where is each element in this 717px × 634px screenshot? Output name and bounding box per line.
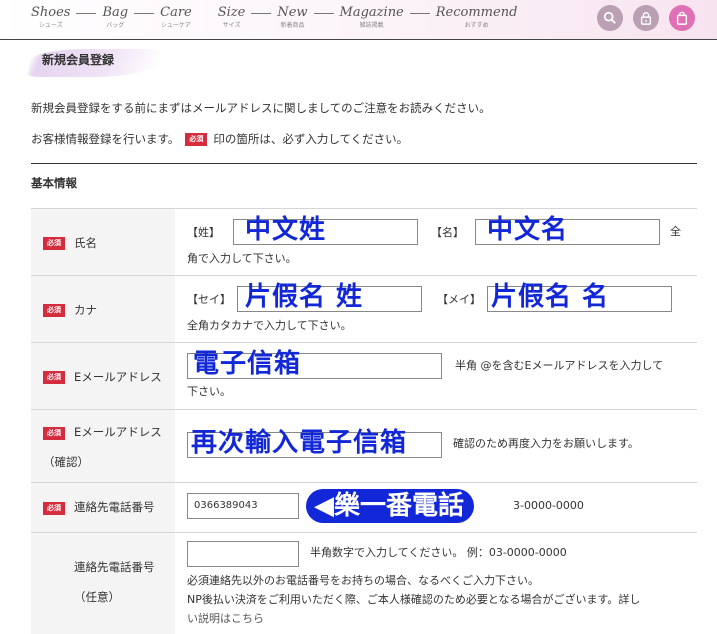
nav-sublabel: 新着商品 <box>280 22 305 29</box>
field-label: 連絡先電話番号 <box>74 500 155 514</box>
row-phone-optional: 連絡先電話番号 （任意） 半角数字で入力してください。 例：03-0000-00… <box>31 532 697 634</box>
search-icon[interactable] <box>597 5 623 31</box>
required-notice: お客様情報登録を行います。 必須 印の箇所は、必ず入力してください。 <box>31 131 408 147</box>
field-label-suffix: （確認） <box>43 455 89 469</box>
field-cell: 電子信箱 半角 @を含むEメールアドレスを入力して 下さい。 <box>175 343 697 409</box>
nav-label: Care <box>160 5 192 20</box>
kana-note: 全角カタカナで入力して下さい。 <box>187 319 352 332</box>
required-badge: 必須 <box>43 371 65 384</box>
required-badge: 必須 <box>43 237 65 250</box>
first-name-input[interactable] <box>475 219 660 245</box>
main-nav: Shoes シューズ Bag バッグ Care シューケア Size サイズ N… <box>31 5 517 30</box>
field-label-cell: 必須 Eメールアドレス （確認） <box>31 410 175 482</box>
email-note-a: 半角 @を含むEメールアドレスを入力して <box>455 359 664 372</box>
field-label: カナ <box>74 303 97 317</box>
field-label-cell: 連絡先電話番号 （任意） <box>31 533 175 634</box>
nav-sublabel: 雑誌掲載 <box>359 22 384 29</box>
nav-label: Recommend <box>435 5 518 20</box>
field-label: Eメールアドレス <box>74 370 162 384</box>
field-cell: 【セイ】 片假名 姓 【メイ】 片假名 名 全角カタカナで入力して下さい。 <box>175 276 697 342</box>
email-input[interactable] <box>187 353 442 379</box>
last-name-input[interactable] <box>233 219 418 245</box>
required-notice-post: 印の箇所は、必ず入力してください。 <box>213 132 409 146</box>
divider <box>31 163 697 164</box>
email-confirm-note: 確認のため再度入力をお願いします。 <box>453 437 639 450</box>
optional-phone-note-1: 半角数字で入力してください。 例：03-0000-0000 <box>310 546 567 559</box>
row-email-confirm: 必須 Eメールアドレス （確認） 再次輸入電子信箱 確認のため再度入力をお願いし… <box>31 409 697 482</box>
required-badge: 必須 <box>185 132 208 146</box>
name-note-b: 角で入力して下さい。 <box>187 252 297 265</box>
nav-label: Magazine <box>339 5 404 20</box>
email-confirm-input[interactable] <box>187 432 442 458</box>
nav-divider <box>251 13 272 14</box>
site-header: Shoes シューズ Bag バッグ Care シューケア Size サイズ N… <box>0 0 717 40</box>
page-title: 新規会員登録 <box>42 53 115 67</box>
optional-phone-help-link[interactable]: い説明はこちら <box>187 609 264 629</box>
nav-label: Bag <box>102 5 129 20</box>
first-kana-bracket: 【メイ】 <box>437 293 481 306</box>
row-name: 必須 氏名 【姓】 中文姓 【名】 中文名 全 角で入力して下さい。 <box>31 208 697 275</box>
intro-text: 新規会員登録をする前にまずはメールアドレスに関しましてのご注意をお読みください。 <box>31 101 491 115</box>
field-cell: 0366389043 3-0000-0000 ◀樂一番電話 <box>175 483 697 532</box>
nav-divider <box>134 13 155 14</box>
nav-label: New <box>277 5 308 20</box>
name-note-a: 全 <box>670 225 681 238</box>
field-label-cell: 必須 Eメールアドレス <box>31 343 175 409</box>
field-cell: 半角数字で入力してください。 例：03-0000-0000 必須連絡先以外のお電… <box>175 533 697 634</box>
email-note-b: 下さい。 <box>187 385 231 398</box>
first-kana-input[interactable] <box>487 286 672 312</box>
nav-divider <box>76 13 97 14</box>
row-email: 必須 Eメールアドレス 電子信箱 半角 @を含むEメールアドレスを入力して 下さ… <box>31 342 697 409</box>
field-label-suffix: （任意） <box>74 590 120 604</box>
optional-phone-note-3: NP後払い決済をご利用いただく際、ご本人様確認のため必要となる場合がございます。… <box>187 593 641 606</box>
phone-note-tail: 3-0000-0000 <box>513 499 584 512</box>
shopping-bag-icon[interactable] <box>669 5 695 31</box>
nav-magazine[interactable]: Magazine 雑誌掲載 <box>340 5 404 30</box>
lock-icon[interactable] <box>633 5 659 31</box>
field-label: 連絡先電話番号 <box>74 560 155 574</box>
field-label: 氏名 <box>74 236 97 250</box>
row-kana: 必須 カナ 【セイ】 片假名 姓 【メイ】 片假名 名 全角カタカナで入力して下… <box>31 275 697 342</box>
phone-input[interactable]: 0366389043 <box>187 493 299 519</box>
required-badge: 必須 <box>43 304 65 317</box>
first-name-bracket: 【名】 <box>431 226 464 239</box>
field-label-cell: 必須 氏名 <box>31 209 175 275</box>
nav-sublabel: シューズ <box>38 22 63 29</box>
last-name-bracket: 【姓】 <box>187 226 220 239</box>
section-heading: 基本情報 <box>31 176 77 190</box>
phone-annotation: ◀樂一番電話 <box>306 489 474 523</box>
optional-phone-note-2: 必須連絡先以外のお電話番号をお持ちの場合、なるべくご入力下さい。 <box>187 574 539 587</box>
nav-divider <box>409 13 430 14</box>
nav-sublabel: シューケア <box>160 22 191 29</box>
row-phone: 必須 連絡先電話番号 0366389043 3-0000-0000 ◀樂一番電話 <box>31 482 697 532</box>
field-label-cell: 必須 カナ <box>31 276 175 342</box>
header-icons <box>597 5 695 31</box>
nav-recommend[interactable]: Recommend おすすめ <box>436 5 518 30</box>
field-cell: 【姓】 中文姓 【名】 中文名 全 角で入力して下さい。 <box>175 209 697 275</box>
required-badge: 必須 <box>43 502 65 515</box>
required-notice-pre: お客様情報登録を行います。 <box>31 132 180 146</box>
field-label: Eメールアドレス <box>74 425 162 439</box>
nav-sublabel: おすすめ <box>464 22 489 29</box>
field-cell: 再次輸入電子信箱 確認のため再度入力をお願いします。 <box>175 410 697 482</box>
optional-phone-input[interactable] <box>187 541 299 567</box>
nav-divider <box>313 13 334 14</box>
last-kana-bracket: 【セイ】 <box>187 293 231 306</box>
required-badge: 必須 <box>43 427 65 440</box>
page-title-block: 新規会員登録 <box>27 45 161 79</box>
nav-label: Shoes <box>31 5 71 20</box>
nav-care[interactable]: Care シューケア <box>160 5 192 30</box>
nav-bag[interactable]: Bag バッグ <box>102 5 128 30</box>
nav-sublabel: バッグ <box>106 22 125 29</box>
nav-label: Size <box>217 5 246 20</box>
nav-size[interactable]: Size サイズ <box>218 5 246 30</box>
nav-sublabel: サイズ <box>222 22 241 29</box>
field-label-cell: 必須 連絡先電話番号 <box>31 483 175 532</box>
nav-new[interactable]: New 新着商品 <box>277 5 307 30</box>
last-kana-input[interactable] <box>237 286 422 312</box>
nav-shoes[interactable]: Shoes シューズ <box>31 5 70 30</box>
